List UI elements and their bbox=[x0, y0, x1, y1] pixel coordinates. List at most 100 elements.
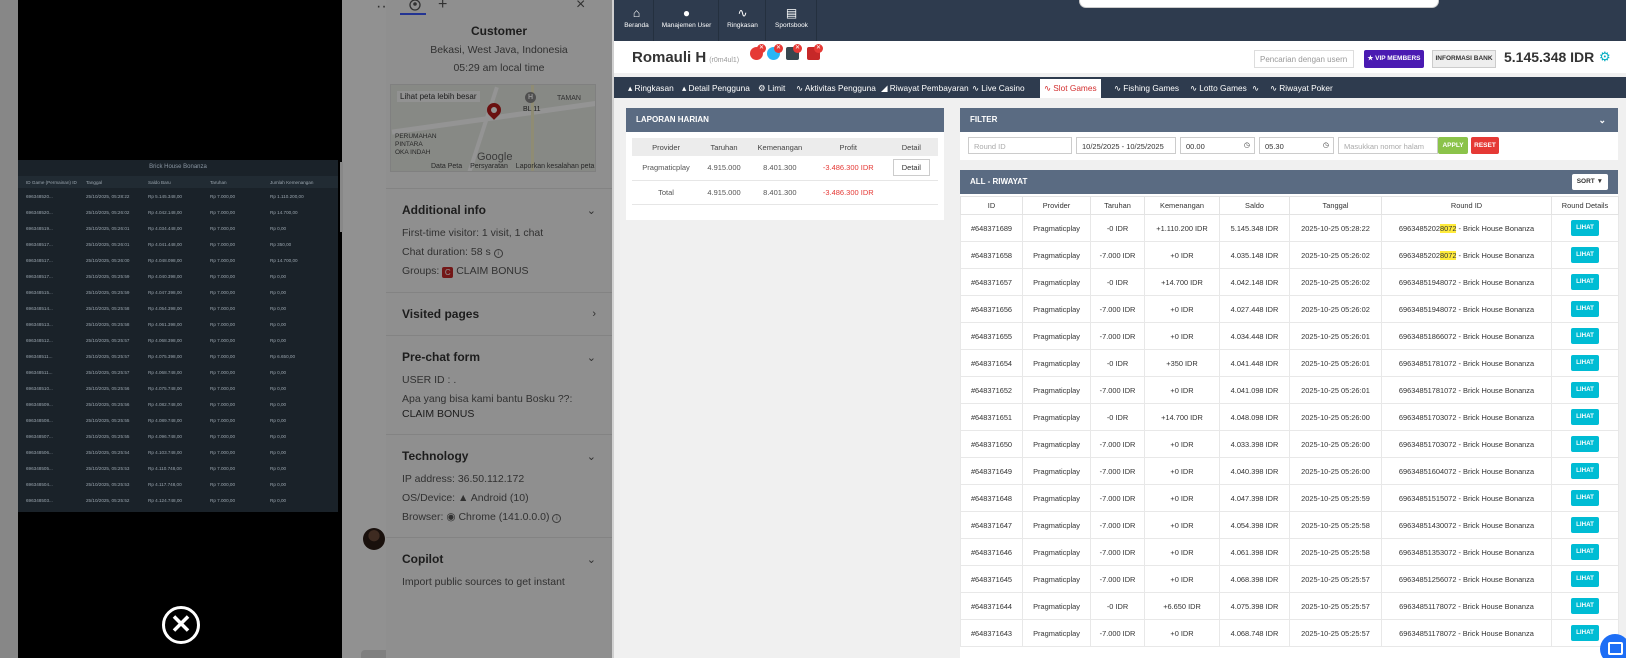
status-icon-1[interactable] bbox=[750, 44, 766, 60]
cell-saldo: 4.068.748 IDR bbox=[1219, 619, 1290, 647]
column-header: Kemenangan bbox=[747, 138, 812, 156]
lihat-button[interactable]: LIHAT bbox=[1571, 517, 1599, 533]
lihat-button[interactable]: LIHAT bbox=[1571, 220, 1599, 236]
user-search-input[interactable]: Pencarian dengan usern bbox=[1254, 50, 1354, 68]
global-search-bar[interactable] bbox=[1079, 0, 1439, 8]
column-header: Round Details bbox=[1551, 196, 1619, 215]
lihat-button[interactable]: LIHAT bbox=[1571, 328, 1599, 344]
status-icon-3[interactable] bbox=[786, 44, 802, 60]
preview-cell: 696348506... bbox=[26, 450, 53, 455]
lihat-button[interactable]: LIHAT bbox=[1571, 409, 1599, 425]
tab-detail-pengguna[interactable]: ▴ Detail Pengguna bbox=[678, 79, 754, 98]
card-title: LAPORAN HARIAN bbox=[626, 108, 944, 132]
round-id-text: - Brick House Bonanza bbox=[1456, 547, 1535, 557]
vip-members-button[interactable]: ★ VIP MEMBERS bbox=[1364, 50, 1424, 68]
apply-button[interactable]: APPLY bbox=[1438, 137, 1468, 154]
preview-cell: 696348520... bbox=[26, 194, 53, 199]
preview-cell: Rp 4.082.748,00 bbox=[148, 402, 182, 407]
cell-round-id: 69634851948072 - Brick House Bonanza bbox=[1381, 268, 1552, 296]
lihat-button[interactable]: LIHAT bbox=[1571, 355, 1599, 371]
nav-manajemen-user[interactable]: ● Manajemen User bbox=[655, 0, 719, 41]
lihat-button[interactable]: LIHAT bbox=[1571, 463, 1599, 479]
cell-saldo: 4.040.398 IDR bbox=[1219, 457, 1290, 485]
preview-cell: Rp 7.000,00 bbox=[210, 354, 236, 359]
cell-round-details: LIHAT bbox=[1551, 214, 1619, 242]
lihat-button[interactable]: LIHAT bbox=[1571, 274, 1599, 290]
preview-cell: Rp 0,00 bbox=[270, 482, 287, 487]
tab-ringkasan[interactable]: ▴ Ringkasan bbox=[624, 79, 678, 98]
preview-cell: Rp 1.110.200,00 bbox=[270, 194, 304, 199]
chevron-down-icon[interactable]: ⌄ bbox=[1598, 108, 1606, 132]
lihat-button[interactable]: LIHAT bbox=[1571, 571, 1599, 587]
cell-id: #648371650 bbox=[960, 430, 1023, 458]
cell-id: #648371643 bbox=[960, 619, 1023, 647]
cell-round-id: 69634851948072 - Brick House Bonanza bbox=[1381, 295, 1552, 323]
cell-round-details: LIHAT bbox=[1551, 484, 1619, 512]
status-icon-4[interactable] bbox=[807, 44, 823, 60]
tab-riwayat-poker[interactable]: ∿ Riwayat Poker bbox=[1266, 79, 1337, 98]
detail-button[interactable]: Detail bbox=[892, 159, 930, 177]
round-id-text: - Brick House Bonanza bbox=[1456, 520, 1535, 530]
tab-slot-games[interactable]: ∿ Slot Games bbox=[1040, 79, 1101, 98]
chat-widget-button[interactable] bbox=[1600, 634, 1626, 658]
round-id-text: - Brick House Bonanza bbox=[1456, 385, 1535, 395]
nav-label: Sportsbook bbox=[775, 22, 808, 29]
table-header-row: ID Provider Taruhan Kemenangan Saldo Tan… bbox=[960, 196, 1619, 215]
tab-aktivitas-pengguna[interactable]: ∿ Aktivitas Pengguna bbox=[792, 79, 880, 98]
cell-bet: -7.000 IDR bbox=[1090, 376, 1145, 404]
lihat-button[interactable]: LIHAT bbox=[1571, 247, 1599, 263]
bank-info-button[interactable]: INFORMASI BANK bbox=[1432, 50, 1496, 68]
lihat-button[interactable]: LIHAT bbox=[1571, 598, 1599, 614]
preview-cell: Rp 4.075.398,00 bbox=[148, 354, 182, 359]
history-title: ALL - RIWAYAT bbox=[970, 177, 1028, 186]
sort-button[interactable]: SORT ▼ bbox=[1571, 174, 1608, 190]
date-range-input[interactable]: 10/25/2025 - 10/25/2025 bbox=[1076, 137, 1176, 154]
reset-button[interactable]: RESET bbox=[1471, 137, 1499, 154]
preview-cell: 25/10/2025, 05:26:02 bbox=[86, 210, 130, 215]
tab-lotto-games[interactable]: ∿ Lotto Games bbox=[1186, 79, 1251, 98]
preview-cell: Rp 4.034.448,00 bbox=[148, 226, 182, 231]
preview-cell: 25/10/2025, 05:25:53 bbox=[86, 482, 130, 487]
time-from-value: 00.00 bbox=[1186, 142, 1205, 151]
cell-round-id: 69634851353072 - Brick House Bonanza bbox=[1381, 538, 1552, 566]
tab-live-casino[interactable]: ∿ Live Casino bbox=[968, 79, 1029, 98]
table-row: Pragmaticplay 4.915.000 8.401.300 -3.486… bbox=[632, 156, 938, 181]
tab-riwayat-pembayaran[interactable]: ◢ Riwayat Pembayaran bbox=[877, 79, 973, 98]
nav-label: Manajemen User bbox=[661, 22, 712, 29]
time-from-input[interactable]: 00.00 ◷ bbox=[1180, 137, 1255, 154]
cell-id: #648371655 bbox=[960, 322, 1023, 350]
lihat-button[interactable]: LIHAT bbox=[1571, 544, 1599, 560]
lihat-button[interactable]: LIHAT bbox=[1571, 625, 1599, 641]
page-number-input[interactable]: Masukkan nomor halam bbox=[1338, 137, 1438, 154]
lihat-button[interactable]: LIHAT bbox=[1571, 301, 1599, 317]
cell-round-id: 69634851515072 - Brick House Bonanza bbox=[1381, 484, 1552, 512]
close-preview-button[interactable]: ✕ bbox=[162, 606, 200, 644]
chat-app: ··· + × Customer Bekasi, West Java, Indo… bbox=[0, 0, 612, 658]
lihat-button[interactable]: LIHAT bbox=[1571, 382, 1599, 398]
screenshot-preview: Brick House Bonanza ID Game (Permainan) … bbox=[18, 160, 343, 512]
admin-panel: ⌂ Beranda ● Manajemen User ∿ Ringkasan ▤ Spo… bbox=[612, 0, 1626, 658]
nav-beranda[interactable]: ⌂ Beranda bbox=[620, 0, 654, 41]
tab-fishing-games[interactable]: ∿ Fishing Games bbox=[1110, 79, 1183, 98]
pulse-icon: ∿ bbox=[1252, 83, 1259, 93]
tab-unnamed[interactable]: ∿ bbox=[1248, 79, 1263, 98]
tab-label: Fishing Games bbox=[1123, 83, 1180, 93]
nav-ringkasan[interactable]: ∿ Ringkasan bbox=[720, 0, 766, 41]
preview-title: Brick House Bonanza bbox=[149, 164, 207, 170]
cell-round-id: 69634851430072 - Brick House Bonanza bbox=[1381, 511, 1552, 539]
status-icon-2[interactable] bbox=[767, 44, 783, 60]
column-header: ID bbox=[960, 196, 1023, 215]
preview-cell: 696348505... bbox=[26, 466, 53, 471]
lihat-button[interactable]: LIHAT bbox=[1571, 490, 1599, 506]
table-row: #648371648 Pragmaticplay -7.000 IDR +0 IDR 4… bbox=[960, 484, 1619, 512]
round-id-text: 69634851703072 bbox=[1398, 412, 1457, 422]
round-id-input[interactable]: Round ID bbox=[968, 137, 1072, 154]
tab-limit[interactable]: ⚙ Limit bbox=[754, 79, 789, 98]
cell-win: +0 IDR bbox=[1144, 322, 1220, 350]
time-to-input[interactable]: 05.30 ◷ bbox=[1259, 137, 1334, 154]
preview-cell: Rp 0,00 bbox=[270, 418, 287, 423]
nav-sportsbook[interactable]: ▤ Sportsbook bbox=[767, 0, 817, 41]
lihat-button[interactable]: LIHAT bbox=[1571, 436, 1599, 452]
cell-win: +0 IDR bbox=[1144, 295, 1220, 323]
gear-icon[interactable]: ⚙ bbox=[1599, 49, 1611, 65]
